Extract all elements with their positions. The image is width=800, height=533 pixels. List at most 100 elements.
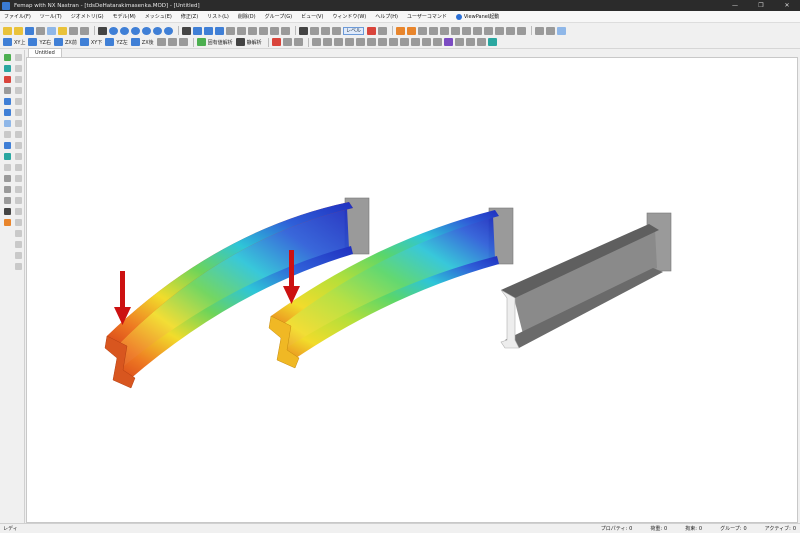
- eigen-analysis-label[interactable]: 固有値解析: [208, 39, 233, 46]
- view-yz-left-icon[interactable]: [105, 38, 115, 46]
- view-iso3-icon[interactable]: [178, 38, 188, 46]
- menu-delete[interactable]: 削除(D): [238, 13, 256, 20]
- cleanup-icon[interactable]: [14, 219, 22, 226]
- minimize-button[interactable]: —: [722, 0, 748, 11]
- curve-icon[interactable]: [14, 65, 22, 72]
- table-icon[interactable]: [344, 38, 354, 46]
- bracket-icon[interactable]: [355, 38, 365, 46]
- close-button[interactable]: ✕: [774, 0, 800, 11]
- new-file-icon[interactable]: [3, 26, 12, 35]
- post-process-icon[interactable]: [396, 26, 406, 35]
- tab-untitled[interactable]: Untitled: [28, 48, 62, 57]
- arc-icon[interactable]: [14, 76, 22, 83]
- query-icon[interactable]: [473, 26, 483, 35]
- text-icon[interactable]: [3, 197, 11, 204]
- redraw-icon[interactable]: [281, 26, 290, 35]
- rotate-x-icon[interactable]: [193, 26, 202, 35]
- static-analysis-icon[interactable]: [235, 38, 245, 46]
- slice-icon[interactable]: [14, 186, 22, 193]
- ruler-icon[interactable]: [454, 38, 464, 46]
- group-icon[interactable]: [3, 219, 11, 226]
- coincident-icon[interactable]: [421, 38, 431, 46]
- view-zx-front-icon[interactable]: [53, 38, 63, 46]
- list-icon[interactable]: [282, 38, 292, 46]
- free-edge-icon[interactable]: [399, 38, 409, 46]
- align-right-icon[interactable]: [322, 38, 332, 46]
- view-zx-front-label[interactable]: ZX前: [65, 39, 77, 46]
- revolve-icon[interactable]: [14, 131, 22, 138]
- menu-geometry[interactable]: ジオメトリ(G): [71, 13, 104, 20]
- graphics-viewport[interactable]: [26, 57, 798, 523]
- static-analysis-label[interactable]: 静解析: [247, 39, 262, 46]
- color-icon[interactable]: [367, 26, 377, 35]
- view-iso-icon[interactable]: [153, 26, 162, 35]
- pad-icon[interactable]: [14, 252, 22, 259]
- csys-icon[interactable]: [3, 120, 11, 127]
- view-zx-back-icon[interactable]: [130, 38, 140, 46]
- freebody-icon[interactable]: [451, 26, 461, 35]
- zoom-out-icon[interactable]: [237, 26, 246, 35]
- embed-icon[interactable]: [14, 197, 22, 204]
- align-left-icon[interactable]: [311, 38, 321, 46]
- menu-window[interactable]: ウィンドウ(W): [332, 13, 366, 20]
- section-cut-icon[interactable]: [462, 26, 472, 35]
- model-info-icon[interactable]: [557, 26, 567, 35]
- view-rotate-icon[interactable]: [109, 26, 118, 35]
- surface-icon[interactable]: [3, 153, 11, 160]
- zoom-in-icon[interactable]: [226, 26, 235, 35]
- fillet-icon[interactable]: [14, 164, 22, 171]
- midsurface-icon[interactable]: [14, 230, 22, 237]
- view-iso2-icon[interactable]: [167, 38, 177, 46]
- circle-icon[interactable]: [14, 87, 22, 94]
- nastran-icon[interactable]: [443, 38, 453, 46]
- workplane-icon[interactable]: [517, 26, 527, 35]
- redo-icon[interactable]: [80, 26, 89, 35]
- results-icon[interactable]: [271, 38, 281, 46]
- panes-icon[interactable]: [535, 26, 545, 35]
- autoscale-icon[interactable]: [259, 26, 268, 35]
- check-icon[interactable]: [3, 54, 11, 61]
- select-icon[interactable]: [98, 26, 107, 35]
- washer-icon[interactable]: [14, 263, 22, 270]
- render-icon[interactable]: [299, 26, 308, 35]
- load-icon[interactable]: [3, 76, 11, 83]
- view-style-icon[interactable]: [310, 26, 319, 35]
- contour-icon[interactable]: [418, 26, 428, 35]
- level-dropdown[interactable]: レベル: [343, 26, 365, 35]
- view-yz-left-label[interactable]: YZ左: [116, 39, 127, 46]
- menu-view[interactable]: ビュー(V): [301, 13, 323, 20]
- extrude-icon[interactable]: [14, 120, 22, 127]
- copy-icon[interactable]: [47, 26, 56, 35]
- merge-icon[interactable]: [432, 38, 442, 46]
- menu-modify[interactable]: 修正(Z): [181, 13, 198, 20]
- menu-user-command[interactable]: ユーザーコマンド: [407, 13, 447, 20]
- chart-icon[interactable]: [293, 38, 303, 46]
- normals-icon[interactable]: [410, 38, 420, 46]
- axis-icon[interactable]: [3, 208, 11, 215]
- menu-file[interactable]: ファイル(F): [4, 13, 31, 20]
- eigen-analysis-icon[interactable]: [196, 38, 206, 46]
- menu-tools[interactable]: ツール(T): [40, 13, 62, 20]
- menu-list[interactable]: リスト(L): [207, 13, 229, 20]
- units-icon[interactable]: [476, 38, 486, 46]
- mesh-seed-icon[interactable]: [3, 186, 11, 193]
- spline-icon[interactable]: [14, 98, 22, 105]
- print-icon[interactable]: [36, 26, 45, 35]
- boolean-icon[interactable]: [14, 153, 22, 160]
- view-xy-top-icon[interactable]: [3, 38, 12, 46]
- pan-icon[interactable]: [182, 26, 191, 35]
- mesh-tools-icon[interactable]: [377, 38, 387, 46]
- menu-group[interactable]: グループ(G): [265, 13, 292, 20]
- open-folder-icon[interactable]: [14, 26, 23, 35]
- paste-icon[interactable]: [58, 26, 67, 35]
- view-options-icon[interactable]: [321, 26, 330, 35]
- dynamic-icon[interactable]: [484, 26, 494, 35]
- grid-icon[interactable]: [333, 38, 343, 46]
- element-quality-icon[interactable]: [388, 38, 398, 46]
- menu-help[interactable]: ヘルプ(H): [375, 13, 398, 20]
- element-icon[interactable]: [3, 87, 11, 94]
- view-iso1-icon[interactable]: [156, 38, 166, 46]
- save-icon[interactable]: [25, 26, 34, 35]
- entity-display-icon[interactable]: [332, 26, 341, 35]
- view-top-icon[interactable]: [120, 26, 129, 35]
